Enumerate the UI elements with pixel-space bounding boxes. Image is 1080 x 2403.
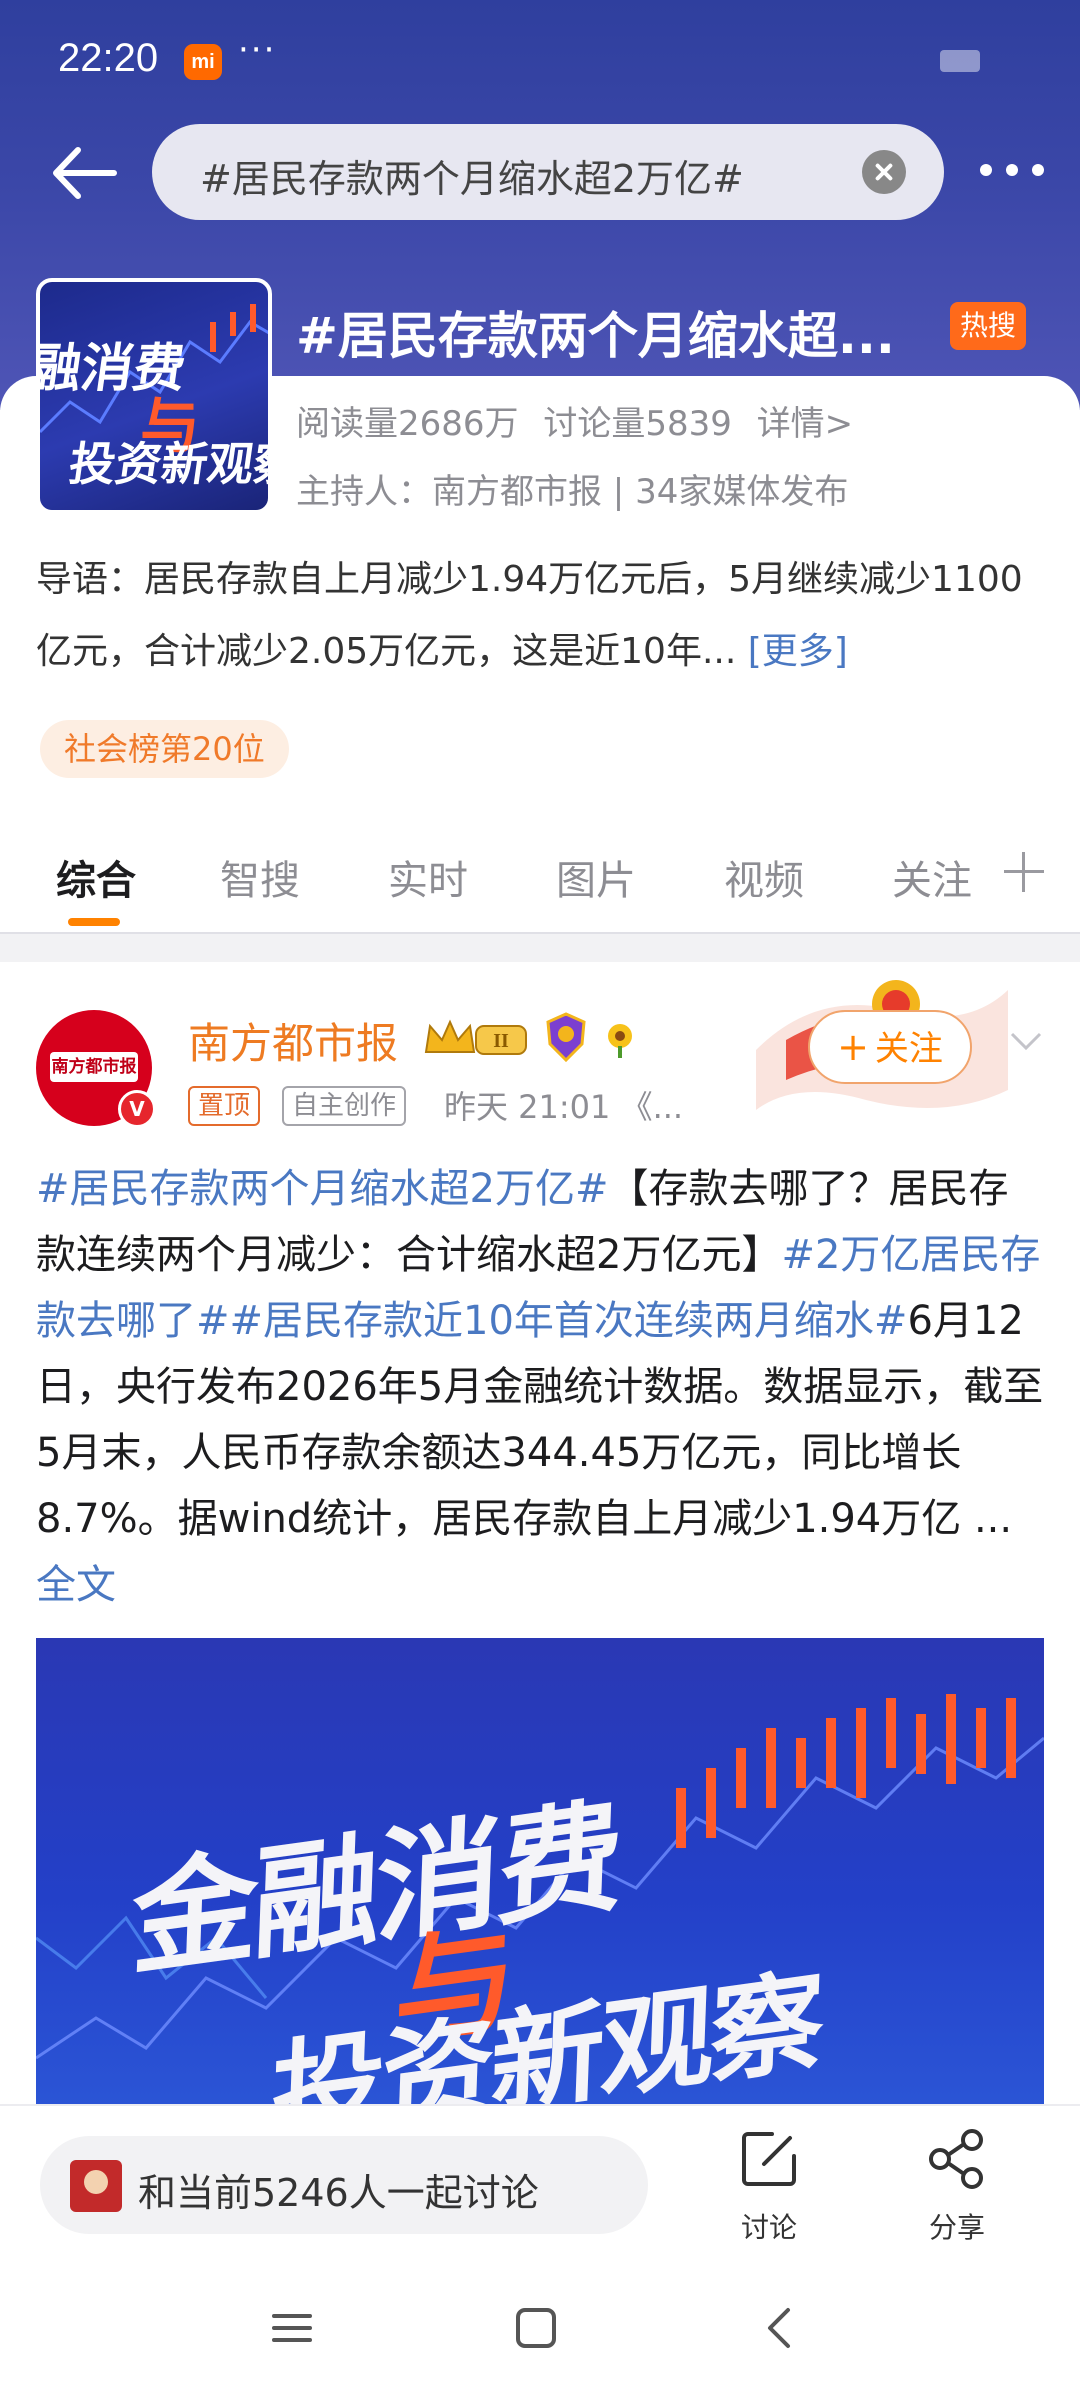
post-body[interactable]: #居民存款两个月缩水超2万亿#【存款去哪了？居民存款连续两个月减少：合计缩水超2… <box>36 1156 1048 1618</box>
intro-text: 导语：居民存款自上月减少1.94万亿元后，5月继续减少1100亿元，合计减少2.… <box>36 559 1023 672</box>
crown-level-text: II <box>493 1030 509 1052</box>
crown-level-icon: II <box>424 1019 527 1055</box>
recent-apps-icon[interactable] <box>262 2298 322 2358</box>
more-dot <box>980 164 992 176</box>
tab-realtime[interactable]: 实时 <box>388 848 468 906</box>
discuss-button[interactable]: 讨论 <box>714 2128 824 2244</box>
post-time: 昨天 21:01 《... <box>444 1088 684 1126</box>
more-dot <box>1032 164 1044 176</box>
discuss-label: 讨论 <box>740 2211 797 2244</box>
post-image[interactable]: 金融消费 与 投资新观察 <box>36 1638 1044 2110</box>
battery-icon <box>940 50 980 72</box>
details-link[interactable]: 详情> <box>757 404 854 444</box>
back-button[interactable] <box>44 138 124 208</box>
status-bar: 22:20 mi ··· <box>0 0 1080 120</box>
hot-search-badge: 热搜 <box>950 302 1026 350</box>
follow-button[interactable]: + 关注 <box>808 1010 972 1084</box>
user-avatar-icon <box>70 2160 122 2212</box>
rank-badge[interactable]: 社会榜第20位 <box>40 720 289 778</box>
read-count: 阅读量2686万 <box>296 404 519 444</box>
clear-icon[interactable] <box>862 150 906 194</box>
topic-host: 主持人：南方都市报 | 34家媒体发布 <box>296 472 849 512</box>
system-back-icon[interactable] <box>750 2298 810 2358</box>
full-text-link[interactable]: 全文 <box>36 1562 116 1608</box>
pinned-tag: 置顶 <box>188 1086 261 1126</box>
avatar-logo-text: 南方都市报 <box>50 1052 138 1082</box>
bottom-action-bar: 和当前5246人一起讨论 讨论 分享 <box>0 2104 1080 2254</box>
share-button[interactable]: 分享 <box>902 2128 1012 2244</box>
follow-label: 关注 <box>874 1029 943 1069</box>
share-label: 分享 <box>928 2211 985 2244</box>
thumb-title-line2: 投资新观察 <box>65 437 272 491</box>
discussion-count: 讨论量5839 <box>543 404 732 444</box>
hashtag-link[interactable]: #居民存款近10年首次连续两月缩水# <box>230 1298 908 1344</box>
search-input[interactable]: #居民存款两个月缩水超2万亿# <box>200 148 744 203</box>
section-divider <box>0 932 1080 962</box>
status-time: 22:20 <box>58 36 159 80</box>
notification-overflow-icon: ··· <box>238 30 277 70</box>
tab-videos[interactable]: 视频 <box>724 848 804 906</box>
active-tab-indicator <box>68 918 120 926</box>
topic-thumbnail[interactable]: 融消费 与 投资新观察 <box>36 278 272 514</box>
discussion-prompt: 和当前5246人一起讨论 <box>138 2171 539 2215</box>
tab-smart-search[interactable]: 智搜 <box>220 848 300 906</box>
mi-app-icon: mi <box>184 44 222 80</box>
system-nav-bar <box>0 2254 1080 2403</box>
intro-more-link[interactable]: [更多] <box>748 631 848 672</box>
more-menu-button[interactable] <box>976 150 1056 190</box>
plus-icon: + <box>837 1025 869 1069</box>
hashtag-link[interactable]: #居民存款两个月缩水超2万亿# <box>36 1166 608 1212</box>
home-icon[interactable] <box>506 2298 566 2358</box>
back-arrow-icon <box>53 147 117 199</box>
original-tag: 自主创作 <box>282 1086 407 1126</box>
topic-intro: 导语：居民存款自上月减少1.94万亿元后，5月继续减少1100亿元，合计减少2.… <box>36 544 1046 688</box>
more-dot <box>1006 164 1018 176</box>
tab-images[interactable]: 图片 <box>556 848 636 906</box>
compose-icon <box>742 2132 796 2186</box>
verified-badge-icon: V <box>118 1090 156 1128</box>
post-card[interactable]: 南方都市报 V 南方都市报 II + 关注 置顶 自主创作 昨天 21:01 《.… <box>0 962 1080 2110</box>
share-icon <box>929 2129 983 2189</box>
join-discussion-button[interactable]: 和当前5246人一起讨论 <box>40 2136 648 2234</box>
tab-following[interactable]: 关注 <box>892 848 972 906</box>
tab-bar: 综合 智搜 实时 图片 视频 关注 <box>0 830 1080 930</box>
topic-stats: 阅读量2686万 讨论量5839 详情> <box>296 396 867 445</box>
tab-comprehensive[interactable]: 综合 <box>56 848 136 906</box>
topic-title: #居民存款两个月缩水超... <box>296 307 895 365</box>
shield-badge-icon <box>546 1012 586 1062</box>
sunflower-badge-icon <box>608 1024 632 1058</box>
add-tab-icon[interactable] <box>1004 852 1044 892</box>
search-box[interactable]: #居民存款两个月缩水超2万亿# <box>152 124 944 220</box>
author-name[interactable]: 南方都市报 <box>188 1010 398 1071</box>
chevron-down-icon[interactable] <box>1008 1022 1044 1058</box>
